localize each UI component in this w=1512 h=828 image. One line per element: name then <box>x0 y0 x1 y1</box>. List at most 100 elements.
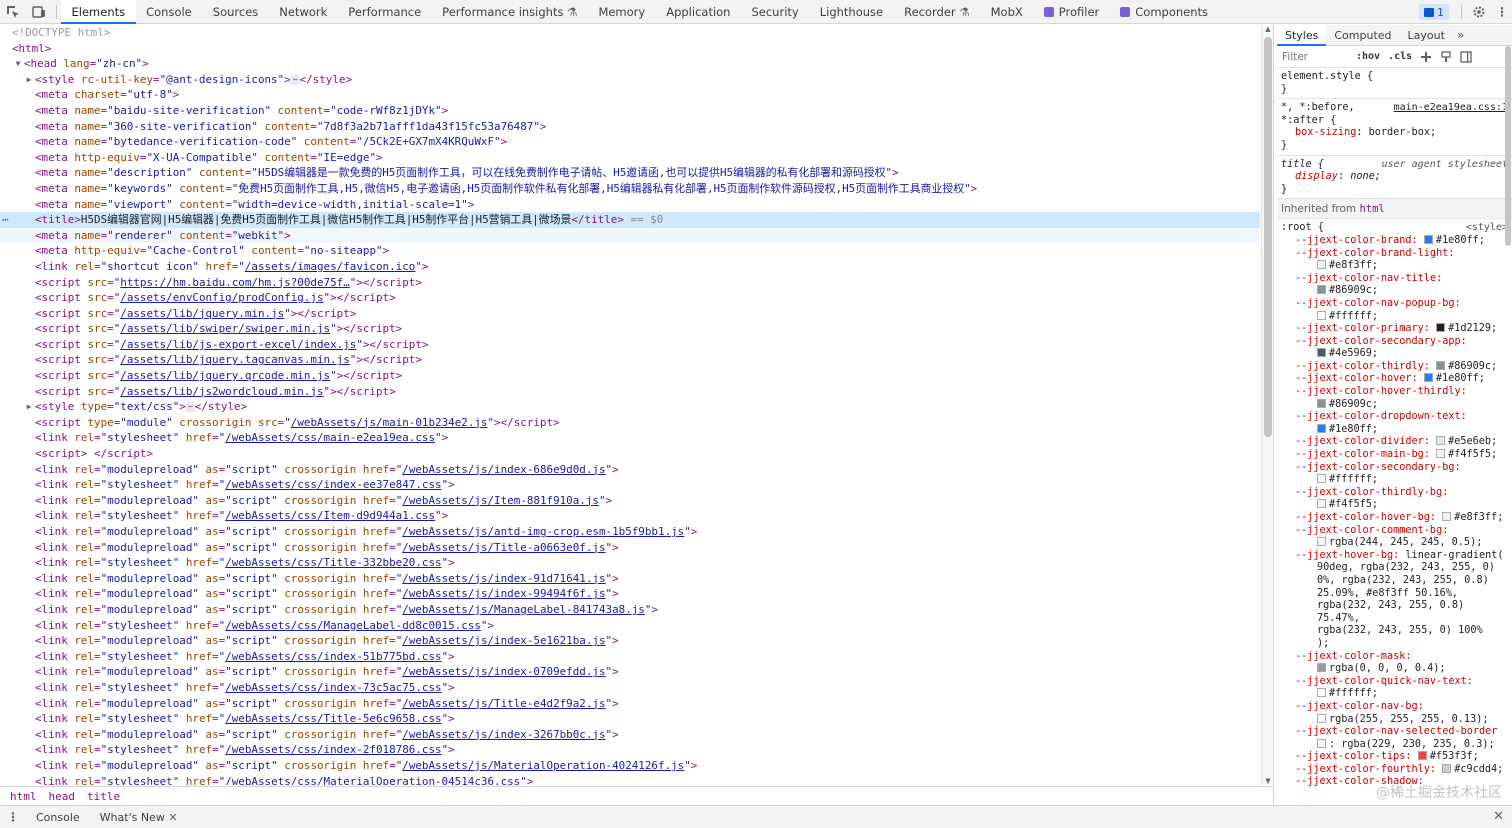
color-swatch[interactable] <box>1317 688 1326 698</box>
drawer-tab-console[interactable]: Console <box>26 811 90 824</box>
css-custom-property[interactable]: --jjext-color-fourthly: #c9cdd4; <box>1281 763 1508 777</box>
css-declaration[interactable]: box-sizing: border-box; <box>1281 127 1508 140</box>
css-custom-property[interactable]: --jjext-color-primary: #1d2129; <box>1281 323 1508 336</box>
link-href[interactable]: /webAssets/js/index-91d71641.js <box>402 572 605 585</box>
close-icon[interactable]: ✕ <box>168 811 177 824</box>
link-node[interactable]: <link rel="modulepreload" as="script" cr… <box>0 664 1260 680</box>
tab-sources[interactable]: Sources <box>202 0 269 24</box>
css-custom-property[interactable]: --jjext-color-hover: #1e80ff; <box>1281 373 1508 386</box>
link-href[interactable]: /webAssets/css/index-51b775bd.css <box>225 650 441 663</box>
link-node[interactable]: <link rel="modulepreload" as="script" cr… <box>0 633 1260 649</box>
color-swatch[interactable] <box>1317 310 1326 320</box>
link-href[interactable]: /webAssets/css/ManageLabel-dd8c0015.css <box>225 619 481 632</box>
link-node[interactable]: <link rel="modulepreload" as="script" cr… <box>0 586 1260 602</box>
issues-badge[interactable]: 1 <box>1419 4 1449 20</box>
html-node[interactable]: <html> <box>0 41 1260 57</box>
color-swatch[interactable] <box>1423 373 1433 383</box>
drawer-menu-icon[interactable]: ⋮ <box>0 810 26 824</box>
meta-node[interactable]: <meta http-equiv="Cache-Control" content… <box>0 243 1260 259</box>
css-custom-property[interactable]: --jjext-color-hover-thirdly: <box>1281 386 1508 399</box>
style-node[interactable]: ▶ <style type="text/css"> ⋯ </style> <box>0 399 1260 415</box>
color-swatch[interactable] <box>1436 323 1446 333</box>
script-node[interactable]: <script type="module" crossorigin src="/… <box>0 415 1260 431</box>
cls-toggle[interactable]: .cls <box>1384 51 1416 62</box>
scroll-thumb[interactable] <box>1505 46 1511 246</box>
stylesheet-link[interactable]: /webAssets/css/main-e2ea19ea.css <box>225 431 435 444</box>
color-swatch[interactable] <box>1317 285 1326 295</box>
link-href[interactable]: /webAssets/css/index-ee37e847.css <box>225 478 441 491</box>
link-node[interactable]: <link rel="modulepreload" as="script" cr… <box>0 696 1260 712</box>
tab-security[interactable]: Security <box>741 0 809 24</box>
css-declaration[interactable]: --jjext-hover-bg: linear-gradient( <box>1281 550 1508 563</box>
script-src-link[interactable]: /assets/lib/jquery.min.js <box>120 307 284 320</box>
color-swatch[interactable] <box>1317 663 1326 673</box>
script-src-link[interactable]: /assets/envConfig/prodConfig.js <box>120 291 323 304</box>
color-swatch[interactable] <box>1317 398 1326 408</box>
link-node[interactable]: <link rel="modulepreload" as="script" cr… <box>0 602 1260 618</box>
script-src-link[interactable]: /assets/lib/jquery.qrcode.min.js <box>120 369 330 382</box>
meta-node[interactable]: <meta name="keywords" content="免费H5页面制作工… <box>0 181 1260 197</box>
styles-filter-input[interactable] <box>1282 50 1352 63</box>
device-toolbar-icon[interactable] <box>26 0 52 24</box>
color-swatch[interactable] <box>1442 763 1452 773</box>
css-custom-property[interactable]: --jjext-color-divider: #e5e6eb; <box>1281 436 1508 449</box>
link-href[interactable]: /webAssets/js/antd-img-crop.esm-1b5f9bb1… <box>402 525 684 538</box>
link-node[interactable]: <link rel="stylesheet" href="/webAssets/… <box>0 508 1260 524</box>
link-node[interactable]: <link rel="stylesheet" href="/webAssets/… <box>0 618 1260 634</box>
link-node[interactable]: <link rel="shortcut icon" href="/assets/… <box>0 259 1260 275</box>
link-href[interactable]: /webAssets/css/Title-332bbe20.css <box>225 556 441 569</box>
color-swatch[interactable] <box>1317 499 1326 509</box>
link-href[interactable]: /webAssets/css/index-73c5ac75.css <box>225 681 441 694</box>
link-node[interactable]: <link rel="stylesheet" href="/webAssets/… <box>0 680 1260 696</box>
meta-node[interactable]: <meta name="baidu-site-verification" con… <box>0 103 1260 119</box>
link-href[interactable]: /webAssets/js/index-5e1621ba.js <box>402 634 605 647</box>
css-custom-property[interactable]: --jjext-color-quick-nav-text: <box>1281 676 1508 689</box>
css-custom-property[interactable]: --jjext-color-thirdly: #86909c; <box>1281 360 1508 374</box>
meta-node[interactable]: <meta name="viewport" content="width=dev… <box>0 197 1260 213</box>
color-swatch[interactable] <box>1317 260 1326 270</box>
link-href[interactable]: /webAssets/js/ManageLabel-841743a8.js <box>402 603 645 616</box>
tab-application[interactable]: Application <box>656 0 741 24</box>
inspect-element-icon[interactable] <box>0 0 26 24</box>
script-src-link[interactable]: /assets/lib/jquery.tagcanvas.min.js <box>120 353 350 366</box>
link-href[interactable]: /webAssets/js/index-99494f6f.js <box>402 587 605 600</box>
color-swatch[interactable] <box>1436 449 1446 459</box>
title-ua-rule[interactable]: user agent stylesheet title { display: n… <box>1277 156 1512 200</box>
script-node[interactable]: <script src="/assets/envConfig/prodConfi… <box>0 290 1260 306</box>
script-node[interactable]: <script src="/assets/lib/jquery.qrcode.m… <box>0 368 1260 384</box>
link-node[interactable]: <link rel="modulepreload" as="script" cr… <box>0 462 1260 478</box>
tab-computed[interactable]: Computed <box>1326 25 1399 46</box>
meta-node[interactable]: <meta name="360-site-verification" conte… <box>0 119 1260 135</box>
link-href[interactable]: /webAssets/css/MaterialOperation-04514c3… <box>225 775 520 786</box>
script-node[interactable]: <script src="https://hm.baidu.com/hm.js?… <box>0 275 1260 291</box>
collapsed-ellipsis[interactable]: ⋯ <box>185 402 195 413</box>
collapse-triangle-icon[interactable]: ▶ <box>24 72 34 88</box>
link-node[interactable]: <link rel="modulepreload" as="script" cr… <box>0 758 1260 774</box>
script-node[interactable]: <script src="/assets/lib/jquery.min.js">… <box>0 306 1260 322</box>
link-href[interactable]: /webAssets/js/index-686e9d0d.js <box>402 463 605 476</box>
styles-scrollbar[interactable] <box>1504 46 1512 805</box>
link-href[interactable]: /webAssets/css/Item-d9d944a1.css <box>225 509 435 522</box>
color-swatch[interactable] <box>1317 348 1326 358</box>
script-node[interactable]: <script src="/assets/lib/jquery.tagcanva… <box>0 352 1260 368</box>
universal-selector-rule[interactable]: main-e2ea19ea.css:1 *, *:before, *:after… <box>1277 99 1512 156</box>
color-swatch[interactable] <box>1417 751 1427 761</box>
meta-node[interactable]: <meta http-equiv="X-UA-Compatible" conte… <box>0 150 1260 166</box>
link-href[interactable]: /webAssets/css/index-2f018786.css <box>225 743 441 756</box>
link-href[interactable]: /webAssets/css/Title-5e6c9658.css <box>225 712 441 725</box>
link-node[interactable]: <link rel="stylesheet" href="/webAssets/… <box>0 742 1260 758</box>
css-custom-property[interactable]: --jjext-color-nav-popup-bg: <box>1281 298 1508 311</box>
hov-toggle[interactable]: :hov <box>1352 51 1384 62</box>
breadcrumb-item[interactable]: title <box>81 790 126 803</box>
color-swatch[interactable] <box>1436 360 1446 370</box>
stylesheet-source-link[interactable]: main-e2ea19ea.css:1 <box>1394 102 1508 115</box>
css-custom-property[interactable]: --jjext-color-mask: <box>1281 651 1508 664</box>
css-custom-property[interactable]: --jjext-color-brand-light: <box>1281 248 1508 261</box>
color-swatch[interactable] <box>1317 537 1326 547</box>
meta-node[interactable]: <meta name="renderer" content="webkit"> <box>0 227 1260 244</box>
head-node[interactable]: ▼ <head lang="zh-cn"> <box>0 56 1260 72</box>
css-custom-property[interactable]: --jjext-color-secondary-bg: <box>1281 462 1508 475</box>
script-node[interactable]: <script src="/assets/lib/swiper/swiper.m… <box>0 321 1260 337</box>
tab-styles[interactable]: Styles <box>1277 25 1327 46</box>
link-href[interactable]: /webAssets/js/MaterialOperation-4024126f… <box>402 759 684 772</box>
